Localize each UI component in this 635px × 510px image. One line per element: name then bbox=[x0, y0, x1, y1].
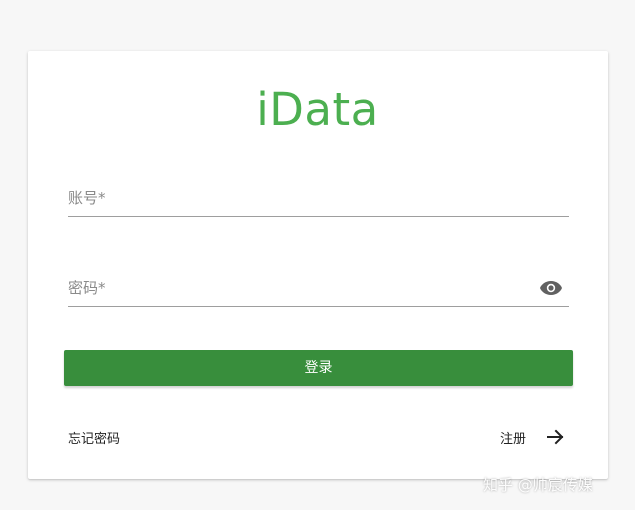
forgot-password-link[interactable]: 忘记密码 bbox=[68, 428, 120, 447]
account-field-container bbox=[68, 182, 569, 217]
account-input[interactable] bbox=[68, 182, 528, 214]
password-field-container bbox=[68, 272, 569, 307]
arrow-right-icon[interactable] bbox=[546, 428, 566, 446]
password-input[interactable] bbox=[68, 272, 528, 304]
watermark: 知乎 @帅宸传媒 bbox=[483, 476, 593, 494]
eye-icon[interactable] bbox=[539, 280, 563, 296]
app-logo: iData bbox=[256, 83, 379, 136]
login-button[interactable]: 登录 bbox=[64, 350, 573, 386]
register-link[interactable]: 注册 bbox=[500, 428, 526, 447]
